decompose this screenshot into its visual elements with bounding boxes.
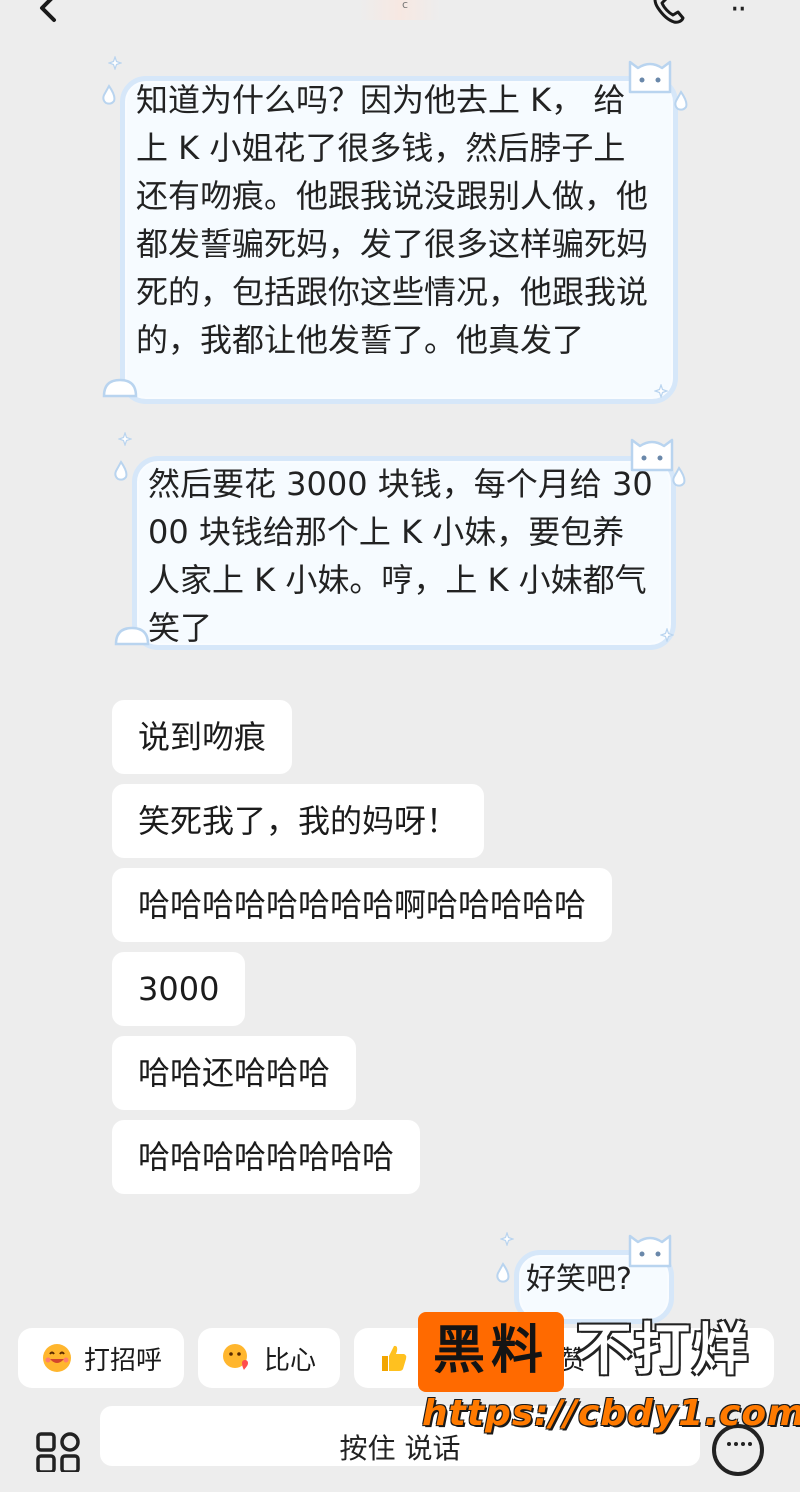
message-text: 然后要花 3000 块钱，每个月给 3000 块钱给那个上 K 小妹，要包养人家… xyxy=(148,465,653,647)
water-drop-icon xyxy=(674,90,688,111)
received-message[interactable]: 哈哈哈哈哈哈哈哈啊哈哈哈哈哈 xyxy=(112,868,613,942)
heart-hands-emoji-icon xyxy=(223,1344,248,1370)
received-message[interactable]: 哈哈哈哈哈哈哈哈 xyxy=(112,1120,421,1194)
grin-emoji-icon xyxy=(43,1344,71,1372)
received-message[interactable]: 说到吻痕 xyxy=(112,700,293,774)
phone-icon[interactable] xyxy=(648,0,690,28)
watermark-url: https://cbdy1.com xyxy=(422,1393,800,1434)
cat-sticker-icon xyxy=(628,60,672,94)
received-message[interactable]: 3000 xyxy=(112,952,246,1026)
water-drop-icon xyxy=(496,1262,510,1283)
cat-sticker-icon xyxy=(628,1234,672,1268)
received-message[interactable]: 哈哈还哈哈哈 xyxy=(112,1036,357,1110)
message-text: 知道为什么吗？因为他去上 K， 给上 K 小姐花了很多钱，然后脖子上还有吻痕。他… xyxy=(136,81,649,359)
sparkle-icon xyxy=(660,628,674,642)
water-drop-icon xyxy=(102,84,116,105)
chat-title-fragment: c xyxy=(402,0,409,11)
quick-reply-greet[interactable]: 打招呼 xyxy=(18,1328,184,1388)
quick-reply-heart[interactable]: 比心 xyxy=(198,1328,340,1388)
watermark-logo-box: 黑料 xyxy=(418,1312,564,1392)
watermark-logo-text: 不打烊 xyxy=(576,1318,750,1383)
thumbs-up-emoji-icon xyxy=(382,1345,407,1371)
watermark: 黑料 不打烊 https://cbdy1.com xyxy=(416,1306,800,1436)
quick-reply-label: 比心 xyxy=(264,1345,317,1376)
chat-header: c ·· xyxy=(0,0,800,48)
sparkle-icon xyxy=(118,432,132,446)
more-dots-icon[interactable]: ·· xyxy=(730,0,747,27)
sparkle-icon xyxy=(500,1232,514,1246)
water-drop-icon xyxy=(672,466,686,487)
chevron-left-icon[interactable] xyxy=(30,0,70,32)
cat-paw-icon xyxy=(102,378,138,398)
sparkle-icon xyxy=(654,384,668,398)
apps-grid-icon[interactable] xyxy=(36,1432,82,1472)
chat-title: c xyxy=(360,0,440,20)
cat-paw-icon xyxy=(114,626,150,646)
sparkle-icon xyxy=(108,56,122,70)
received-message[interactable]: 笑死我了，我的妈呀！ xyxy=(112,784,485,858)
quick-reply-label: 打招呼 xyxy=(84,1345,163,1376)
water-drop-icon xyxy=(114,460,128,481)
